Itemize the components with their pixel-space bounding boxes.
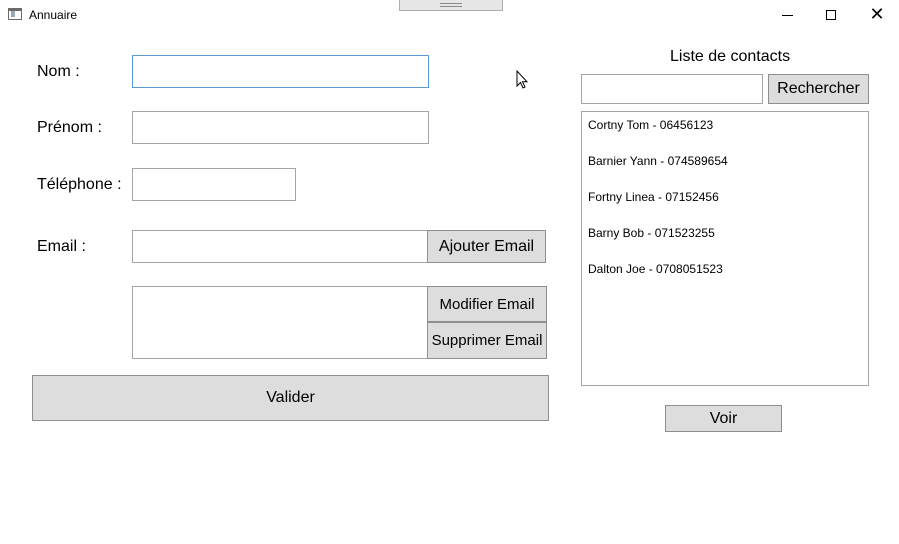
maximize-button[interactable] <box>808 0 854 30</box>
email-label: Email : <box>37 238 86 255</box>
maximize-icon <box>826 10 836 20</box>
search-button[interactable]: Rechercher <box>768 74 869 104</box>
add-email-button[interactable]: Ajouter Email <box>427 230 546 263</box>
drag-handle[interactable] <box>399 0 503 11</box>
search-input[interactable] <box>581 74 763 104</box>
minimize-button[interactable] <box>764 0 810 30</box>
validate-button[interactable]: Valider <box>32 375 549 421</box>
contact-item[interactable]: Barny Bob - 071523255 <box>588 226 715 240</box>
mouse-cursor-icon <box>516 70 528 89</box>
nom-label: Nom : <box>37 63 80 80</box>
contact-item[interactable]: Dalton Joe - 0708051523 <box>588 262 723 276</box>
app-icon <box>8 8 22 20</box>
contacts-title: Liste de contacts <box>670 48 791 65</box>
minimize-icon <box>781 14 793 16</box>
prenom-label: Prénom : <box>37 119 102 136</box>
contacts-list[interactable]: Cortny Tom - 06456123 Barnier Yann - 074… <box>581 111 869 386</box>
prenom-input[interactable] <box>132 111 429 144</box>
window-title: Annuaire <box>29 8 78 22</box>
email-list[interactable] <box>132 286 428 359</box>
close-button[interactable]: ✕ <box>854 0 899 30</box>
delete-email-button[interactable]: Supprimer Email <box>427 322 547 359</box>
modify-email-button[interactable]: Modifier Email <box>427 286 547 322</box>
email-input[interactable] <box>132 230 428 263</box>
view-button[interactable]: Voir <box>665 405 782 432</box>
telephone-label: Téléphone : <box>37 176 122 193</box>
close-icon: ✕ <box>869 4 885 25</box>
telephone-input[interactable] <box>132 168 296 201</box>
contact-item[interactable]: Cortny Tom - 06456123 <box>588 118 713 132</box>
contact-item[interactable]: Fortny Linea - 07152456 <box>588 190 719 204</box>
contact-item[interactable]: Barnier Yann - 074589654 <box>588 154 728 168</box>
nom-input[interactable] <box>132 55 429 88</box>
